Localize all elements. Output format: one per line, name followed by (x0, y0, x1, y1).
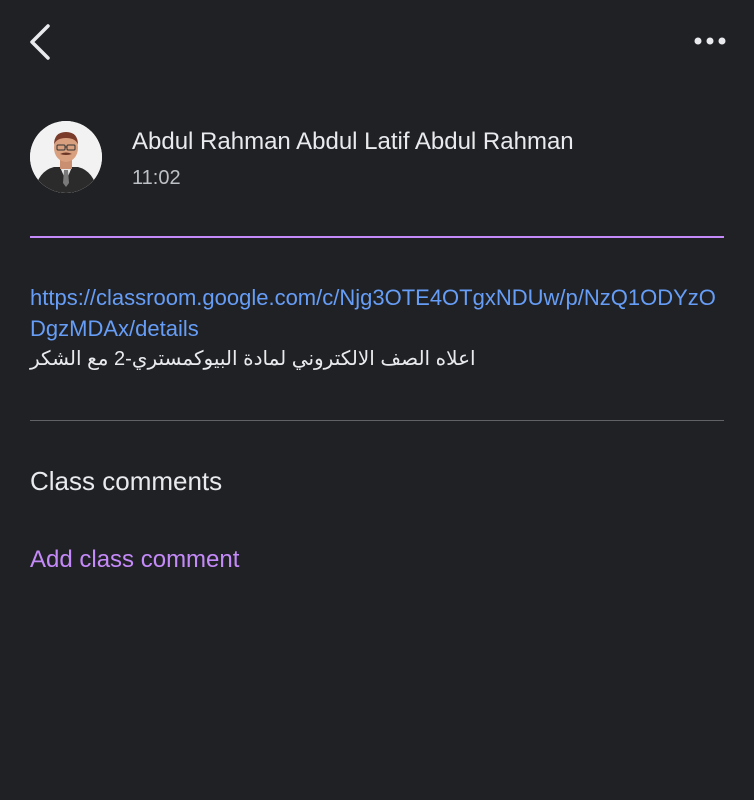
author-name: Abdul Rahman Abdul Latif Abdul Rahman (132, 128, 574, 155)
stream-post-screen: Abdul Rahman Abdul Latif Abdul Rahman 11… (0, 0, 754, 800)
more-options-button[interactable] (690, 26, 730, 56)
comments-divider (30, 420, 724, 421)
post-text: اعلاه الصف الالكتروني لمادة البيوكمستري-… (30, 348, 476, 370)
author-avatar (30, 121, 102, 193)
post-body: https://classroom.google.com/c/Njg3OTE4O… (30, 282, 724, 374)
post-time: 11:02 (132, 167, 181, 189)
add-class-comment-button[interactable]: Add class comment (30, 546, 239, 574)
class-comments-heading: Class comments (30, 466, 223, 496)
more-horizontal-icon (694, 37, 726, 45)
back-button[interactable] (22, 20, 62, 64)
avatar-photo (30, 121, 102, 193)
header-divider (30, 236, 724, 238)
chevron-left-icon (30, 24, 50, 60)
classroom-link[interactable]: https://classroom.google.com/c/Njg3OTE4O… (30, 282, 720, 344)
